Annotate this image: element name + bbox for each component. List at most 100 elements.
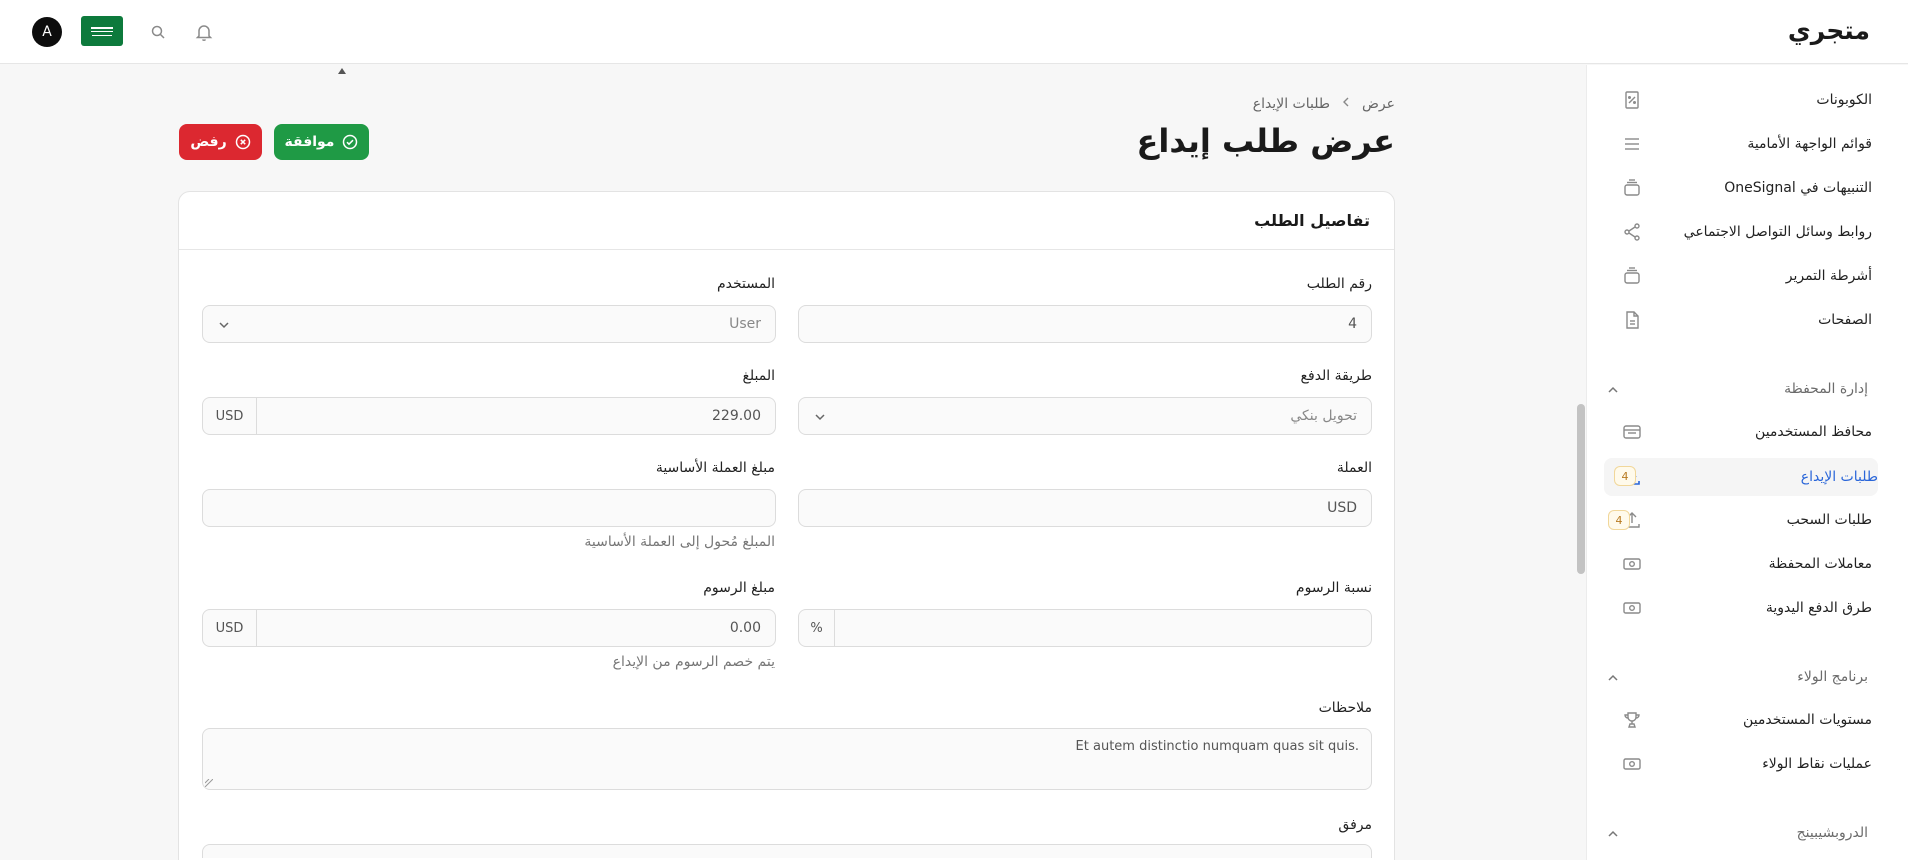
sidebar-item-social-links[interactable]: روابط وسائل التواصل الاجتماعي (1604, 214, 1872, 250)
sidebar-scroll-thumb[interactable] (1577, 404, 1585, 574)
chevron-up-icon[interactable] (1606, 382, 1620, 396)
approve-button[interactable]: موافقة (274, 124, 369, 160)
stack-icon (1620, 176, 1644, 200)
sidebar-item-label: طلبات السحب (1786, 512, 1872, 528)
order-number-label: رقم الطلب (1306, 276, 1372, 292)
sidebar-item-onesignal[interactable]: التنبيهات في OneSignal (1604, 170, 1872, 206)
resize-handle-icon[interactable] (205, 779, 213, 787)
sidebar-item-loyalty-operations[interactable]: عمليات نقاط الولاء (1604, 746, 1872, 782)
document-icon (1620, 308, 1644, 332)
sidebar-item-label: محافظ المستخدمين (1755, 424, 1872, 440)
user-label: المستخدم (716, 276, 775, 292)
sidebar-item-label: التنبيهات في OneSignal (1724, 180, 1872, 196)
reject-button[interactable]: رفض (179, 124, 262, 160)
amount-field[interactable]: 229.00 USD (202, 397, 776, 435)
sidebar-item-sliders[interactable]: أشرطة التمرير (1604, 258, 1872, 294)
brand-logo[interactable]: متجري (1788, 16, 1870, 45)
chevron-down-icon (813, 410, 827, 424)
banknote-icon (1620, 752, 1644, 776)
card-header: تفاصيل الطلب (179, 192, 1394, 250)
card-title: تفاصيل الطلب (1254, 211, 1370, 230)
fee-amount-value: 0.00 (729, 620, 761, 636)
banknote-icon (1620, 596, 1644, 620)
sidebar-item-user-wallets[interactable]: محافظ المستخدمين (1604, 414, 1872, 450)
trophy-icon (1620, 708, 1644, 732)
percent-suffix: % (799, 610, 835, 646)
language-flag-icon[interactable] (81, 16, 123, 46)
notes-label: ملاحظات (1318, 700, 1372, 716)
currency-field[interactable]: USD (798, 489, 1372, 527)
sidebar-item-label: معاملات المحفظة (1768, 556, 1872, 572)
fee-amount-helper: يتم خصم الرسوم من الإيداع (612, 654, 775, 670)
sidebar-item-manual-payment[interactable]: طرق الدفع اليدوية (1604, 590, 1872, 626)
order-number-value: 4 (1348, 316, 1357, 332)
notes-value: Et autem distinctio numquam quas sit qui… (1075, 739, 1359, 754)
sidebar-item-label: مستويات المستخدمين (1743, 712, 1872, 728)
breadcrumb-parent-link[interactable]: طلبات الإيداع (1253, 96, 1330, 112)
fee-amount-field[interactable]: 0.00 USD (202, 609, 776, 647)
amount-currency-suffix: USD (203, 398, 257, 434)
user-select[interactable]: User (202, 305, 776, 343)
sidebar-item-label: قوائم الواجهة الأمامية (1747, 136, 1872, 152)
user-avatar[interactable]: A (32, 17, 62, 47)
x-circle-icon (235, 134, 251, 150)
coupon-icon (1620, 88, 1644, 112)
sidebar-item-deposit-requests[interactable]: طلبات الإيداع 4 (1604, 458, 1878, 496)
chevron-down-icon (217, 318, 231, 332)
search-icon[interactable] (147, 21, 169, 43)
sidebar-item-label: الكوبونات (1816, 92, 1872, 108)
bell-icon[interactable] (193, 21, 215, 43)
chevron-up-icon[interactable] (1606, 826, 1620, 840)
breadcrumb-current: عرض (1361, 96, 1395, 112)
fee-rate-label: نسبة الرسوم (1295, 580, 1372, 596)
sidebar-item-coupons[interactable]: الكوبونات (1604, 82, 1872, 118)
sidebar-item-pages[interactable]: الصفحات (1604, 302, 1872, 338)
fee-rate-field[interactable]: % (798, 609, 1372, 647)
reject-label: رفض (190, 134, 227, 150)
sidebar-item-label: الصفحات (1818, 312, 1872, 328)
currency-label: العملة (1336, 460, 1372, 476)
base-amount-helper: المبلغ مُحول إلى العملة الأساسية (584, 534, 775, 550)
amount-label: المبلغ (742, 368, 775, 384)
sidebar-group-label: الدروبشيبينج (1796, 825, 1868, 841)
sidebar-item-user-levels[interactable]: مستويات المستخدمين (1604, 702, 1872, 738)
wallet-icon (1620, 420, 1644, 444)
page-title: عرض طلب إيداع (1136, 122, 1395, 160)
sidebar-item-label: عمليات نقاط الولاء (1762, 756, 1872, 772)
sidebar-group-label: إدارة المحفظة (1784, 381, 1868, 397)
menu-lines-icon (1620, 132, 1644, 156)
banknote-icon (1620, 552, 1644, 576)
sidebar-item-front-menus[interactable]: قوائم الواجهة الأمامية (1604, 126, 1872, 162)
check-circle-icon (342, 134, 358, 150)
base-amount-field[interactable] (202, 489, 776, 527)
fee-currency-suffix: USD (203, 610, 257, 646)
currency-value: USD (1327, 500, 1357, 516)
amount-value: 229.00 (712, 408, 761, 424)
count-badge: 4 (1614, 466, 1636, 486)
payment-method-select[interactable]: تحويل بنكي (798, 397, 1372, 435)
sidebar-item-withdraw-requests[interactable]: طلبات السحب 4 (1604, 502, 1872, 538)
attachment-label: مرفق (1338, 817, 1372, 833)
scroll-up-arrow-icon[interactable] (338, 68, 346, 74)
sidebar-group-wallet[interactable]: إدارة المحفظة (1606, 377, 1868, 401)
user-placeholder: User (729, 316, 761, 332)
chevron-up-icon[interactable] (1606, 670, 1620, 684)
stack-icon (1620, 264, 1644, 288)
sidebar-item-label: أشرطة التمرير (1785, 268, 1872, 284)
count-badge: 4 (1608, 510, 1630, 530)
fee-amount-label: مبلغ الرسوم (703, 580, 775, 596)
chevron-left-icon (1340, 96, 1352, 112)
order-number-field[interactable]: 4 (798, 305, 1372, 343)
sidebar-item-label: روابط وسائل التواصل الاجتماعي (1683, 224, 1872, 240)
approve-label: موافقة (284, 134, 335, 150)
base-amount-label: مبلغ العملة الأساسية (655, 460, 775, 476)
sidebar-group-dropshipping[interactable]: الدروبشيبينج (1606, 821, 1868, 845)
sidebar-item-label: طرق الدفع اليدوية (1765, 600, 1872, 616)
breadcrumb: طلبات الإيداع عرض (1253, 96, 1395, 112)
sidebar-scrollbar[interactable] (1894, 65, 1908, 860)
sidebar-item-label: طلبات الإيداع (1800, 469, 1878, 485)
attachment-dropzone[interactable] (202, 844, 1372, 858)
sidebar-item-wallet-transactions[interactable]: معاملات المحفظة (1604, 546, 1872, 582)
sidebar-group-loyalty[interactable]: برنامج الولاء (1606, 665, 1868, 689)
notes-textarea[interactable]: Et autem distinctio numquam quas sit qui… (202, 728, 1372, 790)
